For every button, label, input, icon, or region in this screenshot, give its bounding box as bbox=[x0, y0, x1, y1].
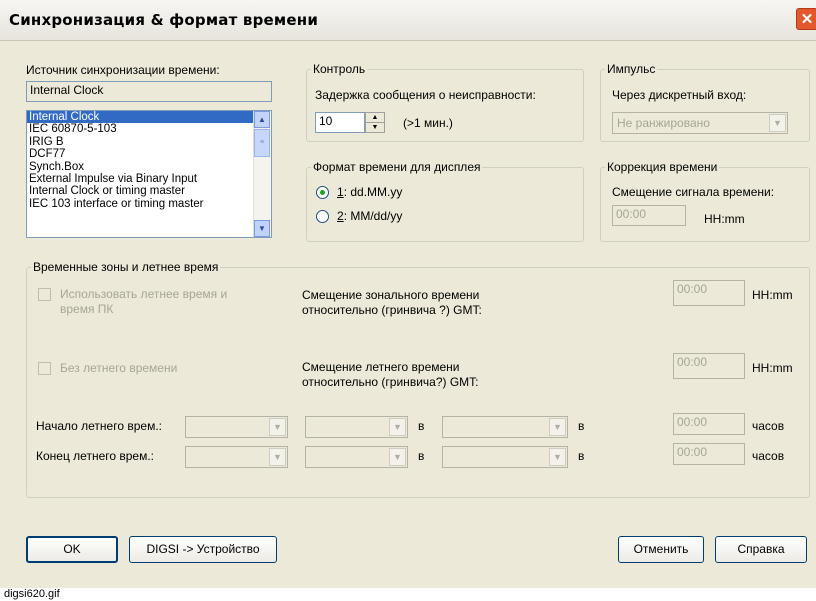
format-option-2[interactable]: 2: MM/dd/yy bbox=[337, 209, 402, 223]
sync-source-listbox[interactable]: Internal Clock IEC 60870-5-103 IRIG B DCF77… bbox=[26, 110, 272, 238]
dst-end-unit: часов bbox=[752, 449, 785, 463]
ok-button[interactable]: OK bbox=[26, 536, 118, 563]
close-icon[interactable]: ✕ bbox=[796, 8, 816, 30]
dst-offset-unit: HH:mm bbox=[752, 361, 793, 375]
time-correction-label: Смещение сигнала времени: bbox=[612, 185, 775, 199]
help-button[interactable]: Справка bbox=[715, 536, 807, 563]
scroll-thumb[interactable]: ≡ bbox=[254, 129, 270, 157]
sync-source-option[interactable]: Synch.Box bbox=[27, 161, 271, 173]
sync-source-option[interactable]: Internal Clock bbox=[27, 111, 257, 124]
dst-start-week-select[interactable]: ▼ bbox=[185, 416, 288, 438]
sync-source-option[interactable]: External Impulse via Binary Input bbox=[27, 173, 271, 185]
dst-end-at-2: в bbox=[578, 449, 585, 463]
dst-offset-label-1: Смещение летнего времени bbox=[302, 360, 460, 374]
chevron-down-icon[interactable]: ▼ bbox=[389, 418, 406, 436]
title-bar: Синхронизация & формат времени ✕ bbox=[0, 0, 816, 41]
dst-offset-label-2: относительно (гринвича?) GMT: bbox=[302, 375, 479, 389]
chevron-down-icon[interactable]: ▼ bbox=[549, 418, 566, 436]
display-format-legend: Формат времени для дисплея bbox=[313, 160, 481, 174]
chevron-down-icon[interactable]: ▼ bbox=[269, 418, 286, 436]
dst-start-day-select[interactable]: ▼ bbox=[305, 416, 408, 438]
time-correction-input[interactable]: 00:00 bbox=[612, 205, 686, 226]
scroll-down-icon[interactable]: ▼ bbox=[254, 220, 270, 237]
sync-source-label: Источник синхронизации времени: bbox=[26, 63, 220, 77]
chevron-down-icon[interactable]: ▼ bbox=[769, 114, 786, 132]
dst-start-at-2: в bbox=[578, 419, 585, 433]
time-correction-legend: Коррекция времени bbox=[607, 160, 718, 174]
spin-down-icon[interactable]: ▼ bbox=[366, 122, 384, 132]
sync-source-option[interactable]: IEC 103 interface or timing master bbox=[27, 198, 271, 210]
zone-offset-input[interactable]: 00:00 bbox=[673, 280, 745, 306]
no-dst-checkbox[interactable] bbox=[38, 362, 51, 375]
sync-source-option[interactable]: DCF77 bbox=[27, 148, 271, 160]
time-correction-group: Коррекция времени bbox=[600, 160, 810, 242]
delay-spinner[interactable]: ▲ ▼ bbox=[365, 112, 385, 133]
format-option-1[interactable]: 1: dd.MM.yy bbox=[337, 185, 402, 199]
control-legend: Контроль bbox=[313, 62, 366, 76]
chevron-down-icon[interactable]: ▼ bbox=[269, 448, 286, 466]
dst-offset-input[interactable]: 00:00 bbox=[673, 353, 745, 379]
dst-end-label: Конец летнего врем.: bbox=[36, 449, 155, 463]
impulse-label: Через дискретный вход: bbox=[612, 88, 747, 102]
dst-end-month-select[interactable]: ▼ bbox=[442, 446, 568, 468]
delay-input[interactable]: 10 bbox=[315, 112, 365, 133]
dst-start-month-select[interactable]: ▼ bbox=[442, 416, 568, 438]
dialog-window: Синхронизация & формат времени ✕ Источни… bbox=[0, 0, 816, 588]
dst-end-week-select[interactable]: ▼ bbox=[185, 446, 288, 468]
dst-start-at-1: в bbox=[418, 419, 425, 433]
dst-start-unit: часов bbox=[752, 419, 785, 433]
dst-start-time-input[interactable]: 00:00 bbox=[673, 413, 745, 435]
window-title: Синхронизация & формат времени bbox=[9, 11, 319, 29]
zone-offset-label-2: относительно (гринвича ?) GMT: bbox=[302, 303, 482, 317]
delay-unit: (>1 мин.) bbox=[403, 116, 453, 130]
dst-end-time-input[interactable]: 00:00 bbox=[673, 443, 745, 465]
impulse-value: Не ранжировано bbox=[617, 116, 710, 130]
sync-source-option[interactable]: IRIG B bbox=[27, 136, 271, 148]
impulse-select[interactable]: Не ранжировано ▼ bbox=[612, 112, 788, 134]
digsi-to-device-button[interactable]: DIGSI -> Устройство bbox=[129, 536, 277, 563]
sync-source-option[interactable]: Internal Clock or timing master bbox=[27, 185, 271, 197]
zone-offset-label-1: Смещение зонального времени bbox=[302, 288, 480, 302]
zone-offset-unit: HH:mm bbox=[752, 288, 793, 302]
delay-label: Задержка сообщения о неисправности: bbox=[315, 88, 536, 102]
chevron-down-icon[interactable]: ▼ bbox=[389, 448, 406, 466]
scroll-up-icon[interactable]: ▲ bbox=[254, 111, 270, 128]
time-correction-unit: HH:mm bbox=[704, 212, 745, 226]
dst-end-day-select[interactable]: ▼ bbox=[305, 446, 408, 468]
no-dst-label: Без летнего времени bbox=[60, 361, 178, 375]
listbox-scrollbar[interactable]: ▲ ≡ ▼ bbox=[253, 111, 271, 237]
use-dst-checkbox[interactable] bbox=[38, 288, 51, 301]
dst-end-at-1: в bbox=[418, 449, 425, 463]
image-caption: digsi620.gif bbox=[4, 588, 60, 600]
use-dst-label-2: время ПК bbox=[60, 302, 114, 316]
display-format-group: Формат времени для дисплея bbox=[306, 160, 584, 242]
time-zones-legend: Временные зоны и летнее время bbox=[33, 260, 219, 274]
dst-start-label: Начало летнего врем.: bbox=[36, 419, 162, 433]
format-radio-1[interactable] bbox=[316, 186, 329, 199]
chevron-down-icon[interactable]: ▼ bbox=[549, 448, 566, 466]
sync-source-option[interactable]: IEC 60870-5-103 bbox=[27, 123, 271, 135]
sync-source-current: Internal Clock bbox=[26, 81, 272, 102]
use-dst-label-1: Использовать летнее время и bbox=[60, 287, 228, 301]
spin-up-icon[interactable]: ▲ bbox=[366, 113, 384, 122]
format-radio-2[interactable] bbox=[316, 210, 329, 223]
cancel-button[interactable]: Отменить bbox=[618, 536, 704, 563]
impulse-legend: Импульс bbox=[607, 62, 656, 76]
